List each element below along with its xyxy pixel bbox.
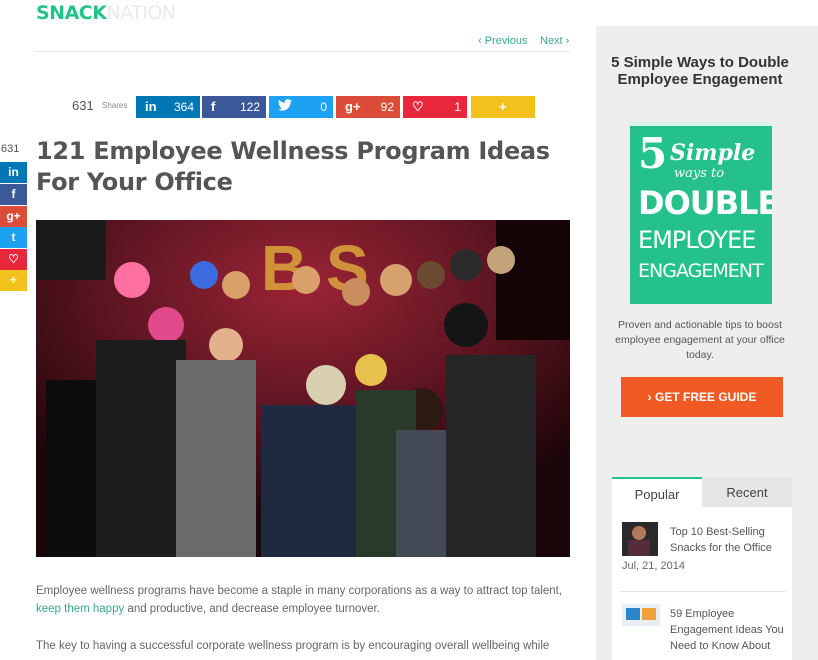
logo-text-snack: SNACK xyxy=(36,2,107,24)
twitter-share-button[interactable]: 0 xyxy=(269,96,333,118)
linkedin-icon: in xyxy=(145,99,157,114)
share-total-count: 631 xyxy=(72,98,94,113)
more-share-button[interactable]: + xyxy=(471,96,535,118)
paragraph-text: Employee wellness programs have become a… xyxy=(36,585,563,597)
article-paragraph-1: Employee wellness programs have become a… xyxy=(36,582,566,618)
article-paragraph-2: The key to having a successful corporate… xyxy=(36,640,550,652)
book-engagement: ENGAGEMENT xyxy=(638,260,764,282)
plus-icon: + xyxy=(9,273,17,287)
love-share-button[interactable]: ♡ 1 xyxy=(403,96,467,118)
share-count: 364 xyxy=(173,100,194,114)
sidebar-promo-description: Proven and actionable tips to boost empl… xyxy=(615,319,785,361)
site-header: SNACKNATION xyxy=(0,0,818,26)
tab-recent[interactable]: Recent xyxy=(702,477,792,507)
popular-post-item[interactable]: 59 Employee Engagement Ideas You Need to… xyxy=(612,602,792,660)
ebook-cover[interactable]: 5 Simple ways to DOUBLE EMPLOYEE ENGAGEM… xyxy=(630,126,772,304)
post-title: 59 Employee Engagement Ideas You Need to… xyxy=(670,608,784,652)
get-free-guide-button[interactable]: › GET FREE GUIDE xyxy=(621,377,783,417)
book-simple: Simple xyxy=(670,140,756,166)
book-ways-to: ways to xyxy=(674,166,725,181)
share-count: 122 xyxy=(239,100,260,114)
side-twitter-button[interactable]: t xyxy=(0,227,27,248)
side-share-count: 631 xyxy=(1,143,20,155)
plus-icon: + xyxy=(499,99,507,114)
book-double: DOUBLE xyxy=(638,184,772,222)
next-post-link[interactable]: Next › xyxy=(540,35,569,47)
article-title: 121 Employee Wellness Program Ideas For … xyxy=(36,137,550,196)
popular-post-item[interactable]: Top 10 Best-Selling Snacks for the Offic… xyxy=(612,520,792,580)
site-logo[interactable]: SNACKNATION xyxy=(36,2,176,24)
post-thumbnail xyxy=(622,604,660,626)
book-employee: EMPLOYEE xyxy=(638,226,756,254)
book-number: 5 xyxy=(638,129,668,178)
keep-them-happy-link[interactable]: keep them happy xyxy=(36,603,124,615)
tab-popular[interactable]: Popular xyxy=(612,477,702,509)
sidebar-promo-title: 5 Simple Ways to Double Employee Engagem… xyxy=(611,54,789,88)
twitter-icon: t xyxy=(11,230,16,244)
side-linkedin-button[interactable]: in xyxy=(0,162,27,183)
article-hero-photo: B S xyxy=(36,220,570,557)
side-love-button[interactable]: ♡ xyxy=(0,249,27,270)
post-thumbnail xyxy=(622,522,658,556)
linkedin-icon: in xyxy=(8,165,19,179)
twitter-icon xyxy=(278,99,292,114)
share-count: 1 xyxy=(454,100,461,114)
post-date: Jul, 21, 2014 xyxy=(622,560,685,572)
share-count: 0 xyxy=(320,100,327,114)
googleplus-share-button[interactable]: g+ 92 xyxy=(336,96,400,118)
share-count: 92 xyxy=(380,100,394,114)
facebook-icon: f xyxy=(211,99,216,114)
heart-icon: ♡ xyxy=(412,99,424,114)
divider xyxy=(620,591,786,592)
divider xyxy=(36,51,570,52)
heart-icon: ♡ xyxy=(8,252,19,266)
facebook-share-button[interactable]: f 122 xyxy=(202,96,266,118)
side-more-button[interactable]: + xyxy=(0,270,27,291)
side-facebook-button[interactable]: f xyxy=(0,184,27,205)
googleplus-icon: g+ xyxy=(345,99,361,114)
googleplus-icon: g+ xyxy=(6,209,21,223)
logo-text-nation: NATION xyxy=(106,2,176,24)
linkedin-share-button[interactable]: in 364 xyxy=(136,96,200,118)
post-title: Top 10 Best-Selling Snacks for the Offic… xyxy=(670,526,772,554)
side-googleplus-button[interactable]: g+ xyxy=(0,206,27,227)
facebook-icon: f xyxy=(11,187,16,201)
paragraph-text: and productive, and decrease employee tu… xyxy=(124,603,380,615)
previous-post-link[interactable]: ‹ Previous xyxy=(478,35,528,47)
share-label: Shares xyxy=(102,101,128,110)
